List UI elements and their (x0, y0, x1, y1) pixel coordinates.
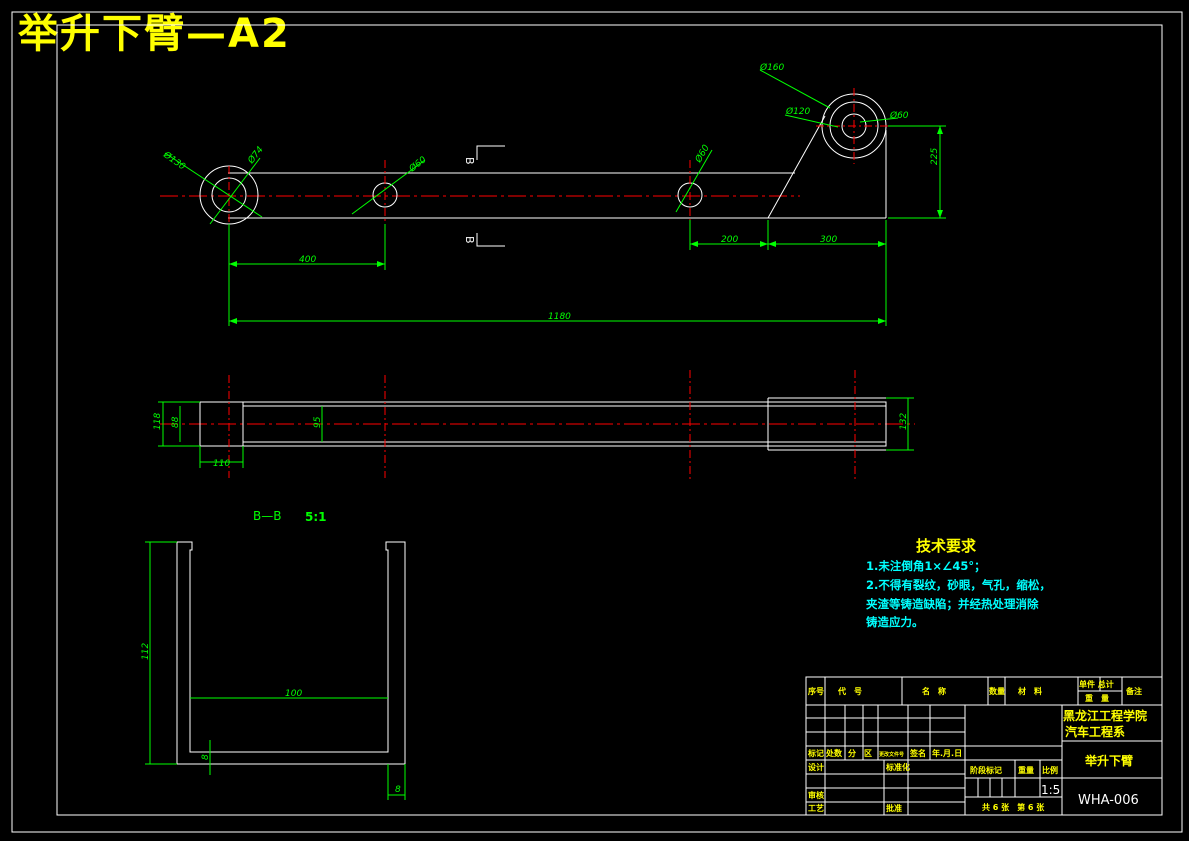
tb-date: 年.月.日 (932, 748, 962, 758)
engineering-drawing: B B Ø130 Ø74 Ø60 Ø60 Ø160 Ø120 Ø60 225 2… (11, 11, 1183, 833)
dim-8-bottom: 8 (395, 785, 401, 795)
tb-school: 黑龙江工程学院 (1063, 708, 1147, 723)
inner-frame (56, 24, 1163, 816)
dim-132: 132 (899, 413, 909, 430)
tb-drawing-no: WHA-006 (1078, 793, 1139, 808)
tb-code: 代 号 (837, 686, 862, 696)
tb-department: 汽车工程系 (1065, 724, 1125, 739)
tb-standardize: 标准化 (885, 762, 910, 772)
tb-single-total: 单件 总计 (1079, 679, 1114, 689)
top-view: 118 88 95 132 110 (153, 370, 915, 480)
tech-line-2: 2.不得有裂纹，砂眼，气孔，缩松， (866, 578, 1051, 592)
title-block: 序号 代 号 名 称 数量 材 料 单件 总计 重 量 备注 标记 处数 分 区… (805, 676, 1163, 816)
tb-approve: 批准 (886, 803, 902, 813)
tb-stage-mark: 阶段标记 (970, 765, 1002, 775)
section-label: B—B (253, 509, 281, 523)
tb-change-doc: 更改文件号 (879, 751, 904, 758)
section-view: B—B 5:1 112 100 8 8 (141, 509, 406, 800)
section-mark-bottom: B (463, 236, 476, 244)
tech-requirements: 技术要求 1.未注倒角1×∠45°； 2.不得有裂纹，砂眼，气孔，缩松， 夹渣等… (866, 537, 1051, 629)
section-mark-top: B (463, 157, 476, 165)
dim-d130: Ø130 (160, 149, 187, 173)
tb-count: 处数 (825, 748, 843, 758)
tb-zone: 分 区 (848, 748, 872, 758)
tb-seq: 序号 (808, 686, 824, 696)
dim-d160: Ø160 (759, 62, 785, 73)
dim-1180: 1180 (548, 312, 571, 322)
dim-8-thickness: 8 (201, 754, 211, 760)
tb-design: 设计 (808, 762, 824, 772)
tb-signature: 签名 (909, 748, 926, 758)
tb-weight2: 重量 (1018, 765, 1034, 775)
dim-110: 110 (213, 459, 230, 469)
tb-part-name: 举升下臂 (1084, 753, 1133, 768)
dim-d120: Ø120 (785, 106, 811, 117)
tb-qty: 数量 (989, 686, 1005, 696)
tb-weight: 重 量 (1085, 693, 1109, 703)
dim-225: 225 (930, 148, 940, 165)
dim-88: 88 (171, 416, 181, 428)
outer-frame (11, 11, 1183, 833)
tb-sheets: 共 6 张 第 6 张 (982, 802, 1045, 812)
tech-line-1: 1.未注倒角1×∠45°； (866, 559, 986, 573)
dim-d60-top: Ø60 (889, 110, 909, 121)
tb-process: 工艺 (808, 803, 824, 813)
tb-name: 名 称 (922, 686, 946, 696)
tech-title: 技术要求 (916, 537, 977, 555)
tb-review: 审核 (808, 790, 824, 800)
tech-line-4: 铸造应力。 (866, 615, 924, 629)
dim-118: 118 (153, 413, 163, 430)
dim-400: 400 (299, 255, 316, 265)
tb-scale-value: 1:5 (1041, 783, 1060, 797)
dim-112: 112 (141, 643, 151, 660)
tb-remark: 备注 (1125, 686, 1142, 696)
dim-d74: Ø74 (245, 144, 266, 166)
dim-100: 100 (285, 689, 302, 699)
section-scale: 5:1 (305, 510, 327, 524)
dim-200: 200 (721, 235, 738, 245)
tb-scale: 比例 (1042, 765, 1058, 775)
front-view: B B Ø130 Ø74 Ø60 Ø60 Ø160 Ø120 Ø60 225 2… (160, 62, 946, 326)
dim-300: 300 (820, 235, 837, 245)
tb-mark: 标记 (807, 748, 824, 758)
dim-95: 95 (313, 416, 323, 428)
tb-material: 材 料 (1018, 686, 1042, 696)
tech-line-3: 夹渣等铸造缺陷；并经热处理消除 (866, 597, 1039, 611)
